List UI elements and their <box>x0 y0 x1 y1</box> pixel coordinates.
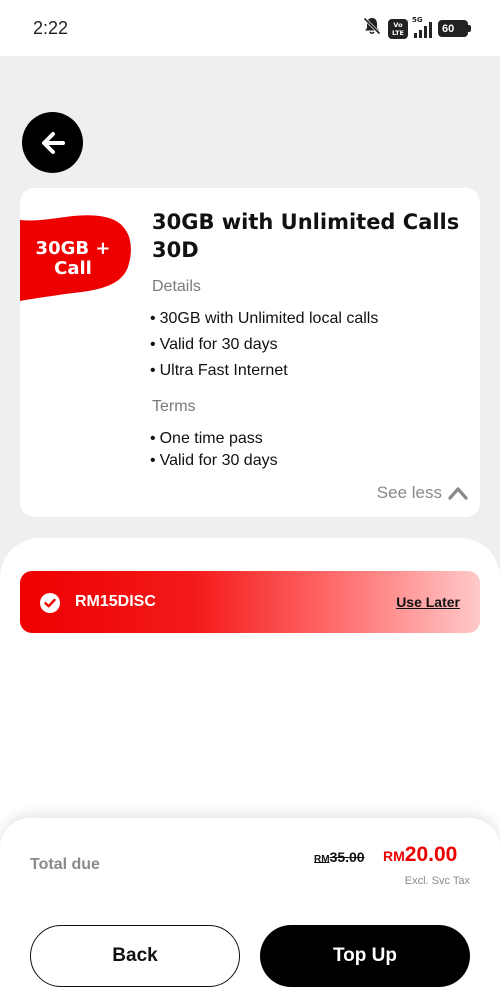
original-price-value: 35.00 <box>329 849 365 865</box>
back-nav-button[interactable] <box>22 112 83 173</box>
arrow-left-icon <box>41 131 65 154</box>
terms-list: One time pass Valid for 30 days <box>150 428 278 472</box>
voucher-code: RM15DISC <box>75 593 156 610</box>
use-later-link[interactable]: Use Later <box>396 594 460 610</box>
status-bar: 2:22 Vo LTE 5G 60 <box>0 0 500 56</box>
network-type: 5G <box>412 15 423 24</box>
battery-level: 60 <box>442 22 455 35</box>
plan-card: 30GB + Call 30GB with Unlimited Calls 30… <box>20 188 480 517</box>
tax-note: Excl. Svc Tax <box>404 875 470 887</box>
details-item: Valid for 30 days <box>150 332 378 358</box>
plan-badge: 30GB + Call <box>20 215 132 301</box>
plan-badge-line2: Call <box>54 258 92 279</box>
back-button[interactable]: Back <box>30 925 240 987</box>
plan-badge-line1: 30GB + <box>35 238 111 259</box>
plan-title: 30GB with Unlimited Calls 30D <box>152 210 460 262</box>
discounted-price-value: 20.00 <box>404 843 458 866</box>
discounted-price-currency: RM <box>383 848 405 864</box>
details-label: Details <box>152 278 201 295</box>
terms-item: One time pass <box>150 428 278 450</box>
signal-icon: 5G <box>412 16 432 38</box>
see-less-label: See less <box>376 483 442 502</box>
details-item: Ultra Fast Internet <box>150 358 378 384</box>
original-price: RM35.00 <box>314 849 365 865</box>
terms-item: Valid for 30 days <box>150 450 278 472</box>
original-price-currency: RM <box>314 854 330 865</box>
top-up-button[interactable]: Top Up <box>260 925 470 987</box>
details-item: 30GB with Unlimited local calls <box>150 306 379 332</box>
total-due-label: Total due <box>30 856 100 873</box>
volte-icon: Vo LTE <box>388 18 408 39</box>
battery-icon: 60 <box>438 20 471 37</box>
status-time: 2:22 <box>33 18 69 38</box>
see-less-toggle[interactable]: See less <box>377 483 468 503</box>
voucher-bar[interactable]: RM15DISC Use Later <box>20 571 480 633</box>
discounted-price: RM20.00 <box>383 843 457 867</box>
terms-label: Terms <box>152 398 196 415</box>
check-circle-icon <box>40 593 60 613</box>
bell-off-icon <box>362 16 382 41</box>
details-list: 30GB with Unlimited local calls Valid fo… <box>150 306 379 384</box>
status-icons: Vo LTE 5G 60 <box>362 16 471 41</box>
chevron-up-icon <box>448 487 468 500</box>
